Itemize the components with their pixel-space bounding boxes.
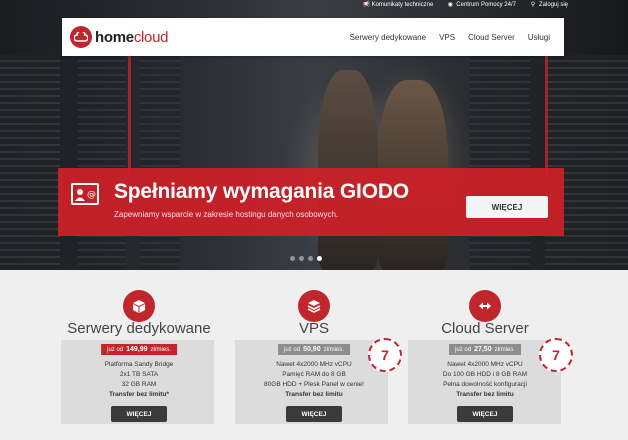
nav-item-uslugi[interactable]: Usługi: [528, 33, 550, 42]
product-card-cloud: Cloud Server już od 27,50 zł/mies. Nawet 4…: [395, 270, 575, 440]
server-rack-image: [78, 55, 126, 270]
link-centrum-pomocy[interactable]: ◉ Centrum Pomocy 24/7: [447, 1, 516, 9]
slider-dot[interactable]: [290, 256, 295, 261]
hero-banner: @ Spełniamy wymagania GIODO Zapewniamy w…: [58, 168, 564, 236]
svg-text:@: @: [87, 190, 96, 200]
product-more-button[interactable]: WIĘCEJ: [457, 406, 513, 422]
nav-item-cloud-server[interactable]: Cloud Server: [468, 33, 515, 42]
link-label: Komunikaty techniczne: [371, 2, 434, 8]
server-rack-image: [140, 55, 180, 270]
link-login[interactable]: ⚲ Zaloguj się: [530, 1, 568, 9]
megaphone-icon: 📢: [362, 1, 371, 8]
globe-icon: ◉: [447, 1, 453, 8]
server-rack-image: [545, 55, 628, 270]
slider-dot[interactable]: [308, 256, 313, 261]
price-badge: już od 50,90 zł/mies.: [278, 344, 350, 355]
product-card-dedicated: Serwery dedykowane już od 149,99 zł/mies. …: [49, 270, 229, 440]
product-more-button[interactable]: WIĘCEJ: [286, 406, 342, 422]
layers-icon: [298, 290, 330, 322]
key-icon: ⚲: [530, 1, 536, 8]
main-menu: Serwery dedykowane VPS Cloud Server Usłu…: [350, 33, 550, 42]
link-label: Zaloguj się: [538, 2, 568, 8]
link-label: Centrum Pomocy 24/7: [456, 2, 516, 8]
product-title: Cloud Server: [441, 320, 529, 337]
cube-icon: [123, 290, 155, 322]
banner-more-button[interactable]: WIĘCEJ: [466, 196, 548, 218]
utility-bar: 📢 Komunikaty techniczne ◉ Centrum Pomocy…: [362, 1, 568, 9]
link-komunikaty[interactable]: 📢 Komunikaty techniczne: [362, 1, 434, 9]
price-badge: już od 149,99 zł/mies.: [101, 344, 177, 355]
logo[interactable]: homecloud: [70, 26, 168, 48]
decor-line: [545, 55, 548, 175]
slider-dot-active[interactable]: [317, 256, 322, 261]
nav-item-vps[interactable]: VPS: [439, 33, 455, 42]
server-rack-image: [0, 55, 60, 270]
product-card-vps: VPS już od 50,90 zł/mies. Nawet 4x2000 MHz…: [224, 270, 404, 440]
slider-dot[interactable]: [299, 256, 304, 261]
server-rack-image: [470, 55, 530, 270]
banner-subtitle: Zapewniamy wsparcie w zakresie hostingu …: [114, 210, 339, 219]
logo-text: homecloud: [95, 28, 169, 46]
id-card-icon: @: [71, 183, 99, 205]
cloud-logo-icon: [70, 26, 92, 48]
arrows-horizontal-icon: [469, 290, 501, 322]
product-title: Serwery dedykowane: [67, 320, 211, 337]
decor-line: [128, 55, 131, 175]
price-badge: już od 27,50 zł/mies.: [449, 344, 521, 355]
banner-title: Spełniamy wymagania GIODO: [114, 180, 409, 203]
free-trial-stamp-icon: 7: [539, 338, 573, 372]
main-navbar: homecloud Serwery dedykowane VPS Cloud S…: [62, 18, 564, 56]
feature-list: Platforma Sandy Bridge 2x1 TB SATA 32 GB…: [104, 361, 174, 398]
nav-item-serwery[interactable]: Serwery dedykowane: [350, 33, 426, 42]
products-section: Serwery dedykowane już od 149,99 zł/mies. …: [0, 270, 628, 440]
product-title: VPS: [298, 320, 329, 337]
product-more-button[interactable]: WIĘCEJ: [111, 406, 167, 422]
slider-pagination: [290, 256, 322, 261]
